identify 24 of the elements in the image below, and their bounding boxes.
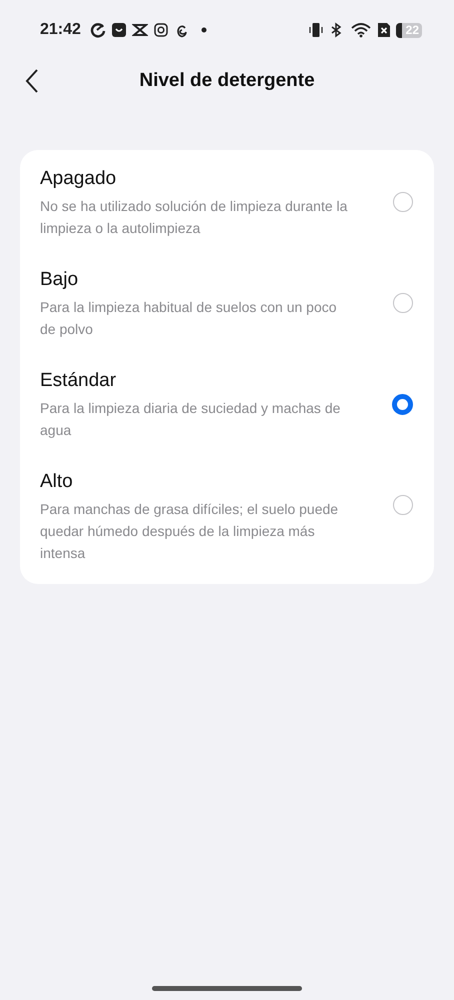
app-icon (110, 22, 127, 38)
option-label: Alto (40, 471, 74, 493)
option-description: Para la limpieza habitual de suelos con un poco de polvo (40, 298, 338, 339)
radio-button[interactable] (393, 192, 413, 212)
option-label: Bajo (40, 269, 80, 291)
radio-button[interactable] (393, 293, 413, 313)
option-description: No se ha utilizado solución de limpieza durante la limpieza o la autolimpieza (40, 197, 348, 238)
status-time: 21:42 (40, 21, 81, 39)
radio-button[interactable] (393, 495, 413, 515)
radio-button[interactable] (392, 394, 413, 415)
camera-icon (152, 22, 169, 38)
back-icon[interactable] (24, 68, 40, 94)
vibrate-icon (308, 22, 324, 38)
option-description: Para manchas de grasa difíciles; el suelo puede quedar húmedo después de la limpieza más intensa (40, 500, 340, 563)
wifi-icon (350, 22, 372, 38)
option-description: Para la limpieza diaria de suciedad y machas de agua (40, 399, 342, 440)
option-label: Apagado (40, 168, 118, 190)
page-title: Nivel de detergente (138, 70, 316, 92)
app-icon (132, 22, 148, 38)
sim-icon (377, 22, 391, 38)
option-label: Estándar (40, 370, 118, 392)
home-indicator[interactable] (152, 986, 302, 991)
notification-dot-icon (200, 27, 207, 33)
app-icon (90, 22, 106, 38)
